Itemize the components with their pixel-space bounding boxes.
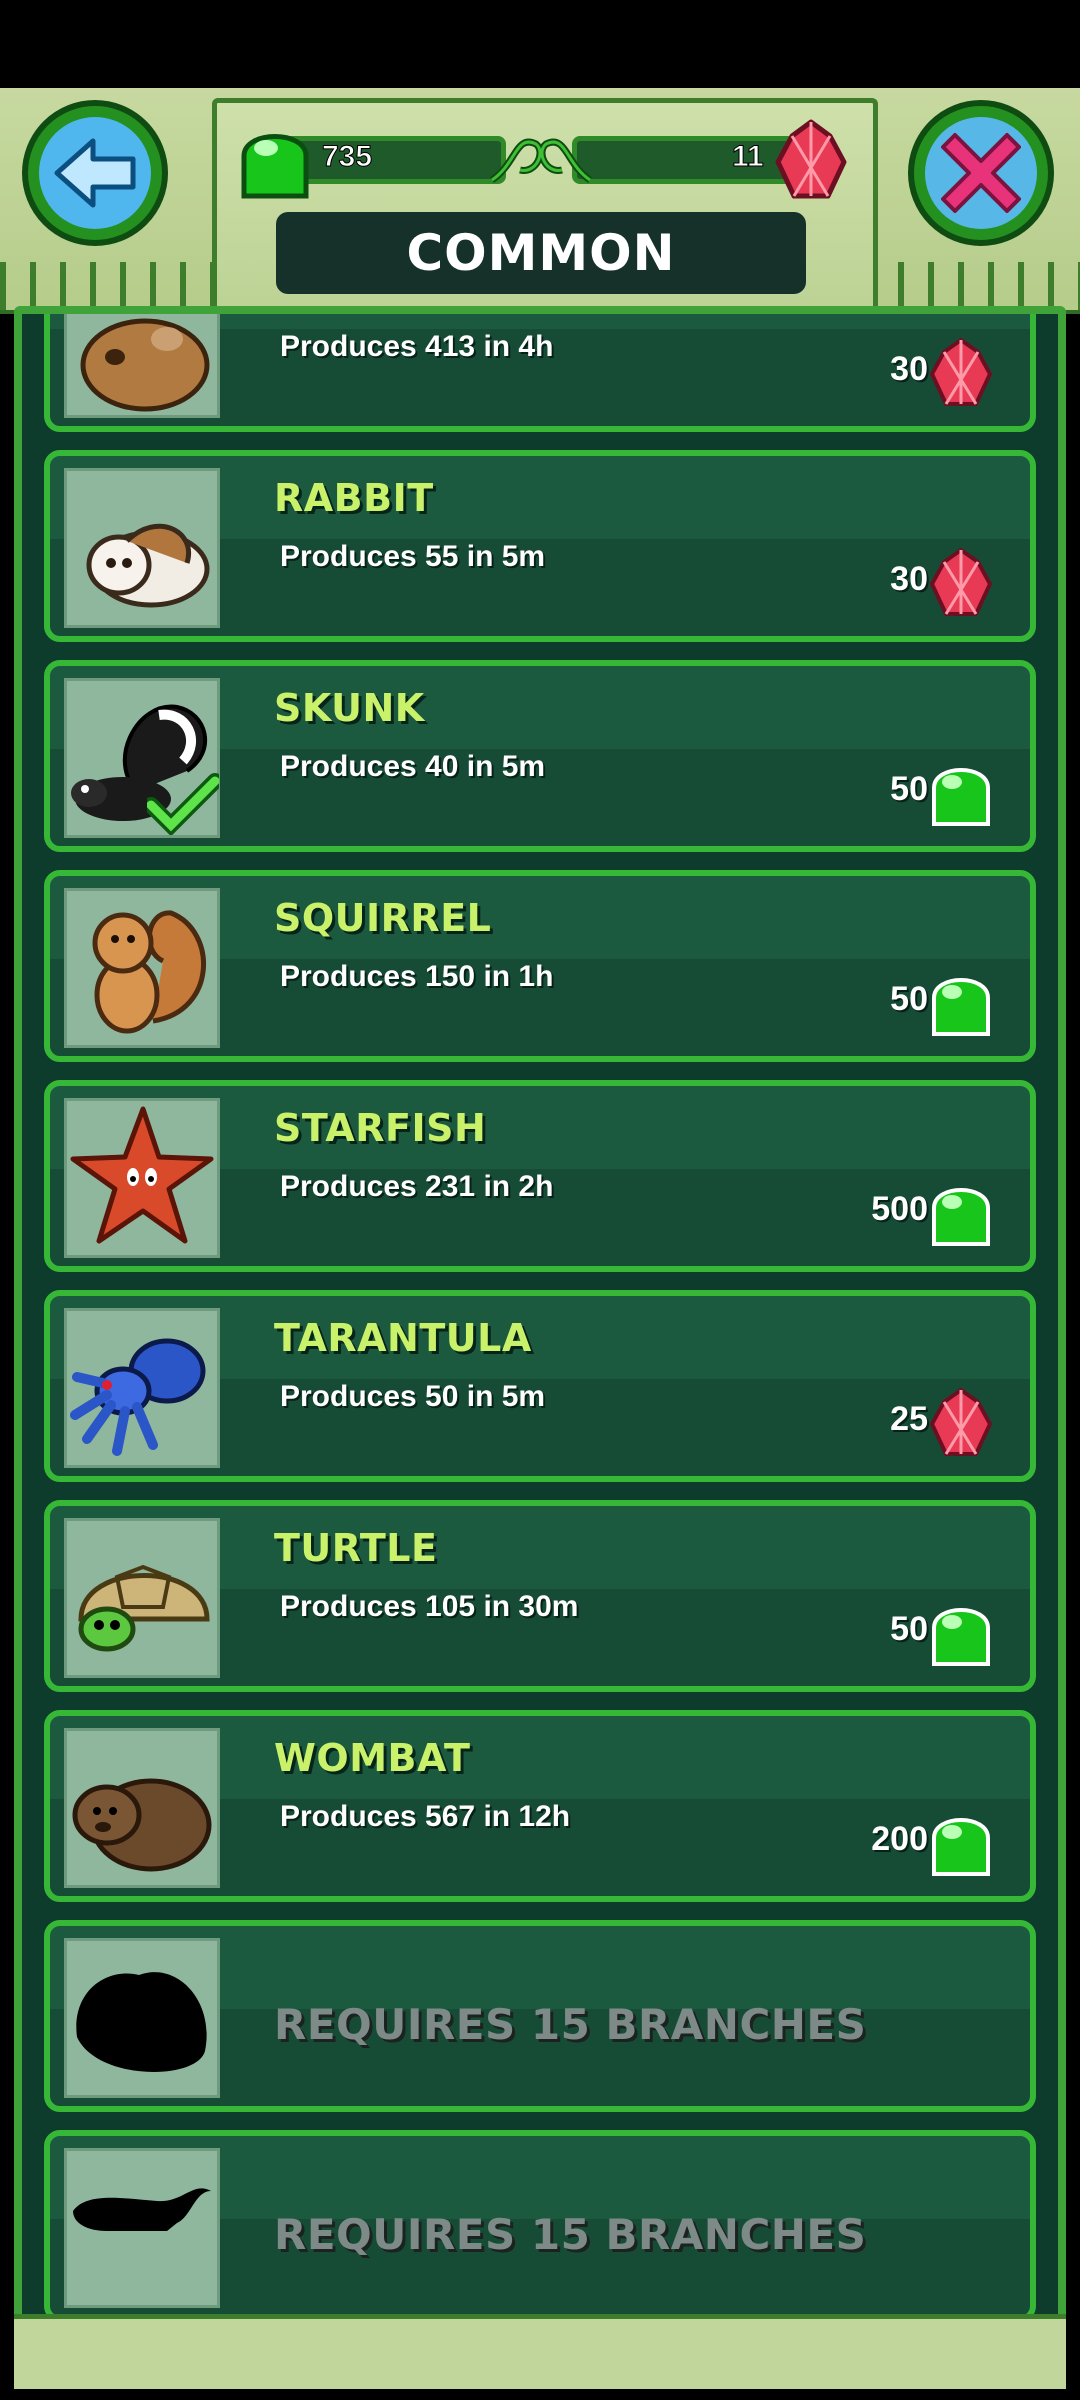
- vine-ornament-icon: [489, 138, 593, 183]
- jelly-count: 735: [321, 140, 373, 174]
- animal-name: TURTLE: [274, 1526, 438, 1570]
- starfish-icon: [70, 1106, 214, 1244]
- jelly-icon: [241, 134, 309, 199]
- page-title: COMMON: [406, 224, 676, 282]
- production-rate: Produces 55 in 5m: [280, 540, 546, 573]
- category-title-plate: COMMON: [276, 212, 806, 294]
- silhouette-creature-icon: [76, 1972, 207, 2072]
- gem-icon: [930, 338, 992, 406]
- production-rate: Produces 567 in 12h: [280, 1800, 571, 1833]
- animal-name: SQUIRREL: [274, 896, 492, 940]
- animal-name: RABBIT: [274, 476, 434, 520]
- production-rate: Produces 231 in 2h: [280, 1170, 554, 1203]
- price-value: 30: [890, 350, 928, 388]
- jelly-icon: [932, 768, 990, 826]
- locked-list-item[interactable]: REQUIRES 15 BRANCHES: [44, 1920, 1036, 2112]
- skunk-thumbnail: [64, 678, 220, 838]
- jelly-icon: [932, 1188, 990, 1246]
- production-rate: Produces 105 in 30m: [280, 1590, 579, 1623]
- list-item[interactable]: STARFISH Produces 231 in 2h 500: [44, 1080, 1036, 1272]
- jelly-icon: [932, 1608, 990, 1666]
- price-value: 500: [871, 1190, 928, 1228]
- animal-name: TARANTULA: [274, 1316, 532, 1360]
- production-rate: Produces 413 in 4h: [280, 330, 554, 363]
- list-item[interactable]: TARANTULA Produces 50 in 5m 25: [44, 1290, 1036, 1482]
- animal-list-panel[interactable]: Produces 413 in 4h 30 RABBIT Produces 55…: [14, 306, 1066, 2386]
- header-fence-left: [0, 262, 212, 310]
- list-item[interactable]: SKUNK Produces 40 in 5m 50: [44, 660, 1036, 852]
- jelly-icon: [932, 978, 990, 1036]
- wombat-icon: [72, 1778, 212, 1872]
- back-button[interactable]: [22, 100, 168, 246]
- gem-count: 11: [732, 140, 765, 174]
- list-item[interactable]: TURTLE Produces 105 in 30m 50: [44, 1500, 1036, 1692]
- turtle-icon: [78, 1564, 210, 1652]
- locked-thumbnail: [64, 1938, 220, 2098]
- footer-decoration: [0, 2262, 1080, 2400]
- locked-requirement: REQUIRES 15 BRANCHES: [274, 2000, 867, 2049]
- price-value: 30: [890, 560, 928, 598]
- production-rate: Produces 150 in 1h: [280, 960, 554, 993]
- hamster-icon: [80, 318, 210, 412]
- animal-list: Produces 413 in 4h 30 RABBIT Produces 55…: [22, 314, 1058, 2378]
- jelly-icon: [932, 1818, 990, 1876]
- list-item[interactable]: RABBIT Produces 55 in 5m 30: [44, 450, 1036, 642]
- squirrel-icon: [92, 910, 206, 1034]
- price-value: 50: [890, 770, 928, 808]
- footer-strip: [14, 2314, 1066, 2389]
- header-fence-right: [868, 262, 1080, 310]
- list-item[interactable]: Produces 413 in 4h 30: [44, 314, 1036, 432]
- price-value: 50: [890, 980, 928, 1018]
- close-x-icon: [925, 117, 1037, 229]
- tarantula-icon: [70, 1338, 206, 1456]
- starfish-thumbnail: [64, 1098, 220, 1258]
- close-button[interactable]: [908, 100, 1054, 246]
- price-value: 50: [890, 1610, 928, 1648]
- tarantula-thumbnail: [64, 1308, 220, 1468]
- wombat-thumbnail: [64, 1728, 220, 1888]
- animal-name: SKUNK: [274, 686, 425, 730]
- rabbit-thumbnail: [64, 468, 220, 628]
- gem-icon: [930, 548, 992, 616]
- rabbit-icon: [86, 523, 210, 608]
- animal-name: STARFISH: [274, 1106, 487, 1150]
- hamster-thumbnail: [64, 314, 220, 418]
- squirrel-thumbnail: [64, 888, 220, 1048]
- turtle-thumbnail: [64, 1518, 220, 1678]
- gem-icon: [930, 1388, 992, 1456]
- price-value: 200: [871, 1820, 928, 1858]
- animal-name: WOMBAT: [274, 1736, 471, 1780]
- production-rate: Produces 40 in 5m: [280, 750, 546, 783]
- status-bar: [0, 0, 1080, 88]
- list-item[interactable]: SQUIRREL Produces 150 in 1h 50: [44, 870, 1036, 1062]
- price-value: 25: [890, 1400, 928, 1438]
- owned-checkmark-icon: [147, 773, 219, 835]
- locked-requirement: REQUIRES 15 BRANCHES: [274, 2210, 867, 2259]
- gem-icon: [775, 119, 847, 199]
- list-item[interactable]: WOMBAT Produces 567 in 12h 200: [44, 1710, 1036, 1902]
- production-rate: Produces 50 in 5m: [280, 1380, 546, 1413]
- back-arrow-icon: [39, 117, 151, 229]
